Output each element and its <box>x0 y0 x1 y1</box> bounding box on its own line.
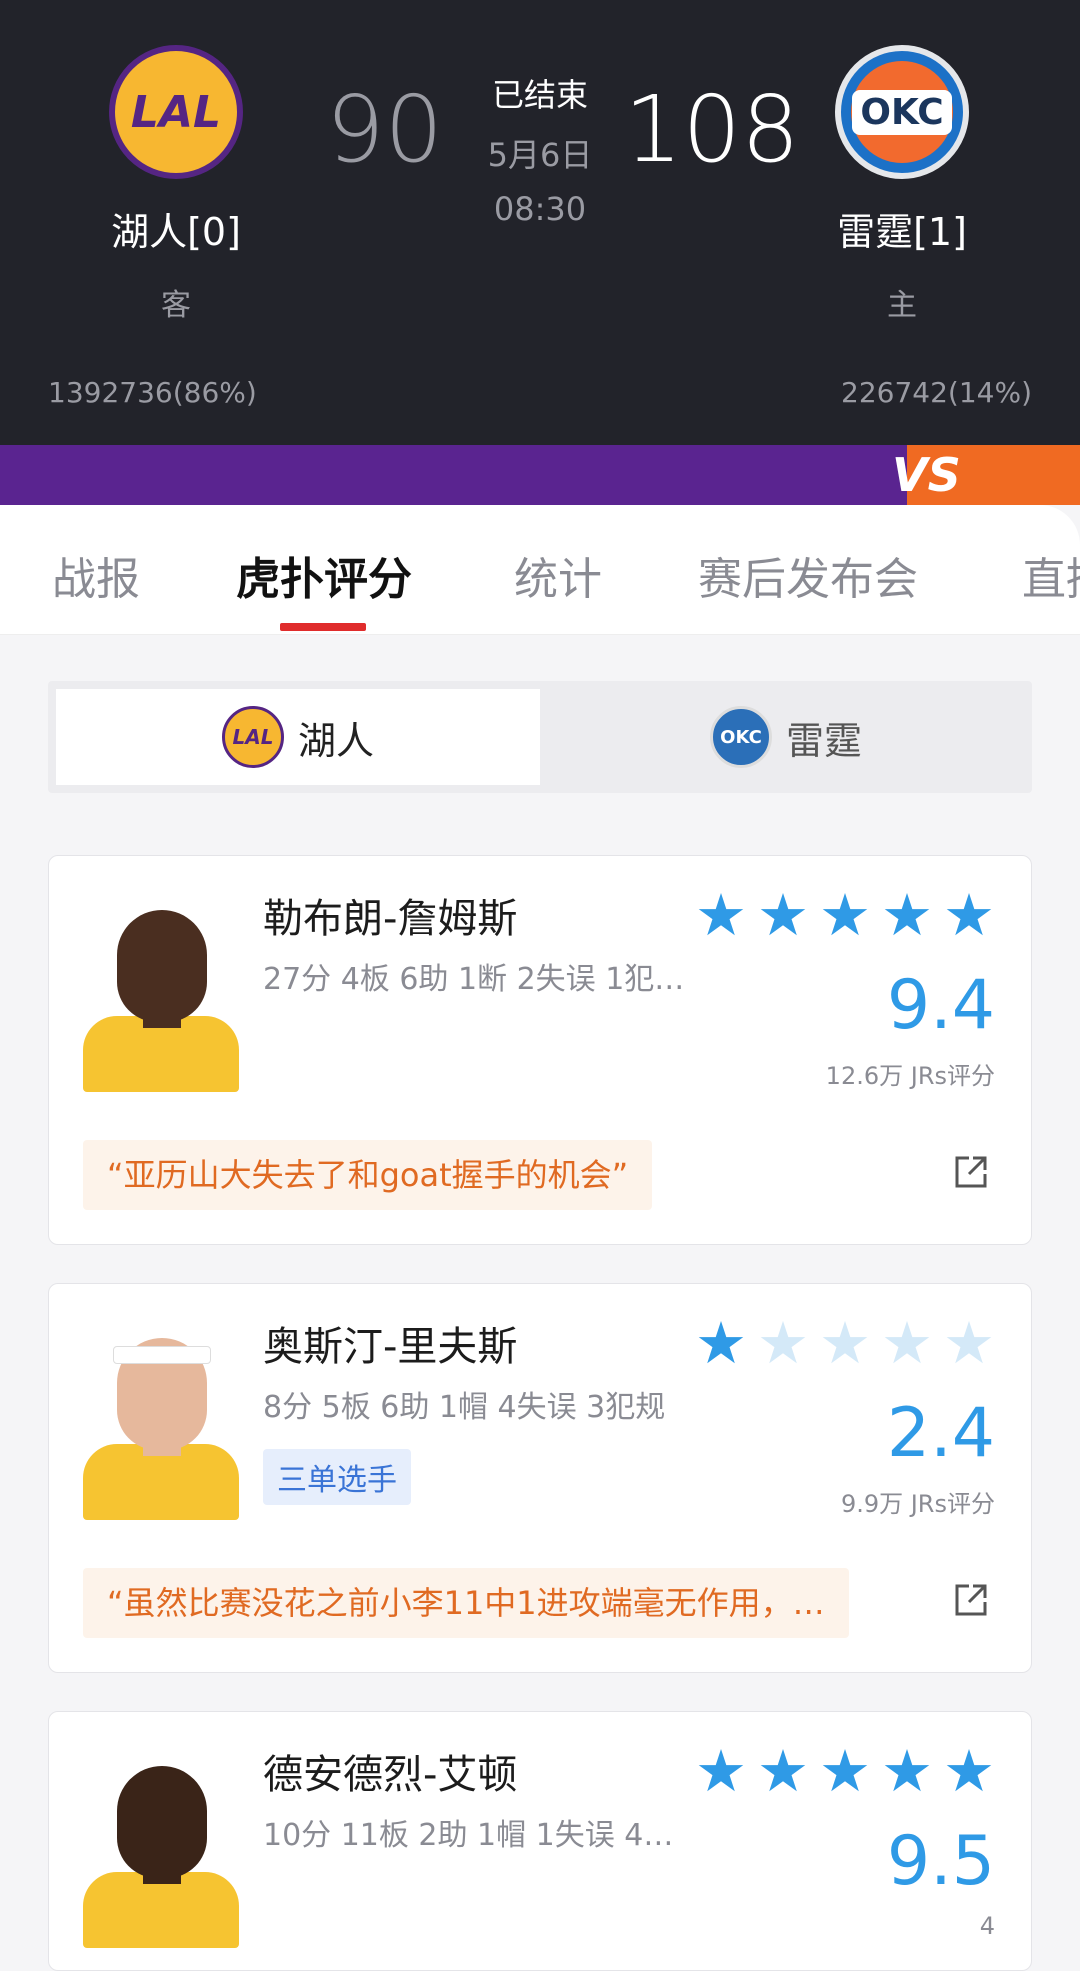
match-date: 5月6日 <box>487 136 593 174</box>
vote-ratio-bar: VS <box>0 445 1080 505</box>
tab-report[interactable]: 战报 <box>52 543 140 607</box>
home-score: 108 <box>624 76 800 183</box>
away-score: 90 <box>326 76 444 183</box>
player-photo <box>83 1752 239 1948</box>
away-team-side: 客 <box>161 288 191 323</box>
player-card[interactable]: 奥斯汀-里夫斯 8分 5板 6助 1帽 4失误 3犯规 三单选手 ★ ★ ★ ★… <box>48 1283 1032 1673</box>
player-card[interactable]: 德安德烈-艾顿 10分 11板 2助 1帽 1失误 4… ★ ★ ★ ★ ★ 9… <box>48 1711 1032 1971</box>
player-rating-score: 2.4 <box>886 1394 995 1473</box>
star-icon: ★ <box>757 1737 809 1805</box>
team-toggle: LAL 湖人 OKC 雷霆 <box>48 681 1032 793</box>
star-icon: ★ <box>757 881 809 949</box>
team-toggle-section: LAL 湖人 OKC 雷霆 <box>0 635 1080 840</box>
star-icon: ★ <box>695 1309 747 1377</box>
vs-label: VS <box>892 448 961 502</box>
match-info: 已结束 5月6日 08:30 <box>470 70 610 228</box>
star-icon: ★ <box>819 1309 871 1377</box>
hot-comment[interactable]: “虽然比赛没花之前小李11中1进攻端毫无作用，… <box>83 1568 849 1638</box>
player-vote-count: 9.9万 JRs评分 <box>840 1490 995 1518</box>
star-rating: ★ ★ ★ ★ ★ <box>695 1314 995 1372</box>
player-name[interactable]: 勒布朗-詹姆斯 <box>263 886 517 944</box>
star-rating: ★ ★ ★ ★ ★ <box>695 1742 995 1800</box>
match-status: 已结束 <box>491 76 588 114</box>
player-rating-score: 9.4 <box>886 966 995 1045</box>
thunder-logo-icon: OKC <box>709 706 772 768</box>
team-toggle-lakers[interactable]: LAL 湖人 <box>56 689 540 785</box>
game-header: LAL 湖人[0] 客 90 已结束 5月6日 08:30 108 OKC 雷霆… <box>0 0 1080 445</box>
player-photo <box>83 896 239 1092</box>
team-toggle-thunder[interactable]: OKC 雷霆 <box>544 689 1028 785</box>
star-icon: ★ <box>757 1309 809 1377</box>
tab-live[interactable]: 直播 <box>1022 543 1080 607</box>
team-toggle-label: 雷霆 <box>785 718 862 763</box>
player-stats: 27分 4板 6助 1断 2失误 1犯… <box>263 962 683 997</box>
thunder-logo-icon: OKC <box>835 45 969 179</box>
tab-bar: 战报 虎扑评分 统计 赛后发布会 直播 <box>0 505 1080 635</box>
player-card[interactable]: 勒布朗-詹姆斯 27分 4板 6助 1断 2失误 1犯… ★ ★ ★ ★ ★ 9… <box>48 855 1032 1245</box>
away-team[interactable]: LAL 湖人[0] 客 <box>86 45 266 324</box>
team-toggle-label: 湖人 <box>297 718 374 763</box>
tab-stats[interactable]: 统计 <box>514 543 602 607</box>
player-tag-badge: 三单选手 <box>263 1449 411 1505</box>
away-team-name: 湖人[0] <box>111 210 241 254</box>
player-vote-count: 4 <box>979 1912 995 1940</box>
player-stats: 10分 11板 2助 1帽 1失误 4… <box>263 1818 674 1853</box>
star-rating: ★ ★ ★ ★ ★ <box>695 886 995 944</box>
star-icon: ★ <box>881 1309 933 1377</box>
star-icon: ★ <box>943 1309 995 1377</box>
tab-press-conference[interactable]: 赛后发布会 <box>698 543 918 607</box>
home-vote-count: 226742(14%) <box>841 376 1032 409</box>
active-tab-indicator <box>280 623 366 631</box>
hot-comment[interactable]: “亚历山大失去了和goat握手的机会” <box>83 1140 653 1210</box>
star-icon: ★ <box>943 881 995 949</box>
player-vote-count: 12.6万 JRs评分 <box>825 1062 995 1090</box>
match-time: 08:30 <box>493 190 587 228</box>
lakers-logo-icon: LAL <box>221 706 284 768</box>
star-icon: ★ <box>695 881 747 949</box>
home-team-name: 雷霆[1] <box>837 210 967 254</box>
star-icon: ★ <box>943 1737 995 1805</box>
player-stats: 8分 5板 6助 1帽 4失误 3犯规 <box>263 1390 666 1425</box>
star-icon: ★ <box>819 881 871 949</box>
home-team[interactable]: OKC 雷霆[1] 主 <box>812 45 992 324</box>
share-icon[interactable] <box>951 1152 991 1192</box>
star-icon: ★ <box>881 881 933 949</box>
star-icon: ★ <box>695 1737 747 1805</box>
away-vote-count: 1392736(86%) <box>48 376 257 409</box>
player-rating-score: 9.5 <box>886 1822 995 1901</box>
player-name[interactable]: 奥斯汀-里夫斯 <box>263 1314 517 1372</box>
lakers-logo-icon: LAL <box>109 45 243 179</box>
home-team-side: 主 <box>887 288 917 323</box>
player-name[interactable]: 德安德烈-艾顿 <box>263 1742 517 1800</box>
share-icon[interactable] <box>951 1580 991 1620</box>
star-icon: ★ <box>881 1737 933 1805</box>
star-icon: ★ <box>819 1737 871 1805</box>
tab-hupu-rating[interactable]: 虎扑评分 <box>236 543 412 607</box>
player-photo <box>83 1324 239 1520</box>
